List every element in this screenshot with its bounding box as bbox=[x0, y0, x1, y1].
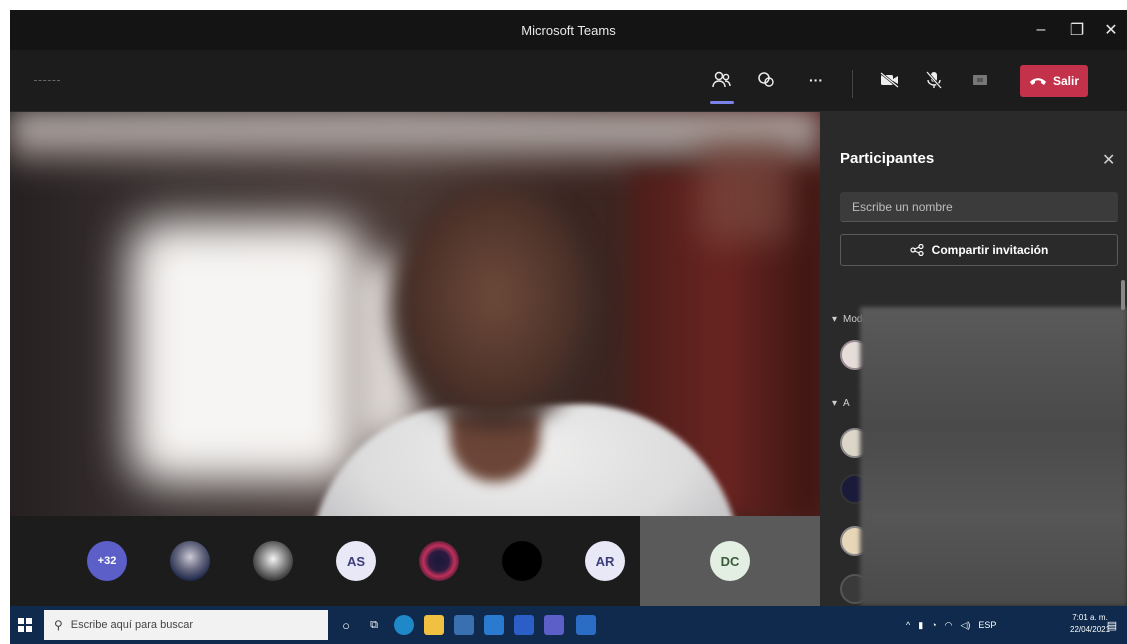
panel-title: Participantes bbox=[840, 150, 935, 167]
chat-button[interactable] bbox=[748, 62, 784, 98]
windows-taskbar: ⚲ Escribe aquí para buscar ○ ⧉ ^ ▮ ◔ ◠ ◁… bbox=[10, 606, 1127, 644]
window-title: Microsoft Teams bbox=[521, 22, 616, 38]
participant-avatar[interactable] bbox=[502, 541, 542, 581]
toolbar-divider bbox=[852, 70, 853, 98]
close-panel-button[interactable]: ✕ bbox=[1102, 150, 1115, 170]
leave-label: Salir bbox=[1052, 74, 1079, 88]
close-window-button[interactable]: ✕ bbox=[1093, 10, 1127, 50]
camera-toggle-button[interactable] bbox=[872, 62, 908, 98]
attendees-label: A bbox=[843, 398, 850, 409]
taskbar-search-input[interactable]: ⚲ Escribe aquí para buscar bbox=[44, 610, 328, 640]
share-icon bbox=[910, 244, 924, 256]
video-window-light bbox=[130, 222, 360, 482]
main-video bbox=[10, 112, 820, 516]
more-participants-badge[interactable]: +32 bbox=[87, 541, 127, 581]
wifi-icon[interactable]: ◠ bbox=[945, 620, 953, 631]
calendar-icon[interactable] bbox=[514, 615, 534, 635]
chat-icon bbox=[758, 72, 774, 87]
mic-toggle-button[interactable] bbox=[916, 62, 952, 98]
language-indicator[interactable]: ESP bbox=[978, 620, 996, 630]
more-options-button[interactable]: ··· bbox=[798, 62, 834, 98]
windows-logo-icon bbox=[18, 618, 32, 632]
search-icon: ⚲ bbox=[54, 618, 63, 632]
participants-panel: Participantes ✕ Escribe un nombre Compar… bbox=[820, 112, 1127, 606]
meeting-timer bbox=[34, 80, 60, 82]
network-icon[interactable]: ◔ bbox=[931, 620, 936, 630]
chevron-up-icon[interactable]: ^ bbox=[906, 620, 910, 630]
people-icon bbox=[712, 71, 731, 88]
video-lamp bbox=[700, 142, 790, 242]
share-invite-label: Compartir invitación bbox=[931, 243, 1049, 257]
microphone-icon[interactable]: ▮ bbox=[918, 620, 923, 631]
meeting-toolbar: ··· Salir bbox=[10, 50, 1127, 112]
share-invite-button[interactable]: Compartir invitación bbox=[840, 234, 1118, 266]
participant-avatar[interactable]: AS bbox=[336, 541, 376, 581]
hang-up-icon bbox=[1029, 78, 1046, 85]
start-button[interactable] bbox=[10, 606, 40, 644]
notifications-icon[interactable]: ▤ bbox=[1102, 615, 1122, 635]
participant-avatar[interactable] bbox=[419, 541, 459, 581]
participant-avatar[interactable]: AR bbox=[585, 541, 625, 581]
blurred-participant-list bbox=[860, 307, 1127, 606]
leave-button[interactable]: Salir bbox=[1020, 65, 1088, 97]
share-screen-icon bbox=[973, 75, 987, 85]
participant-avatar[interactable] bbox=[253, 541, 293, 581]
video-ceiling bbox=[10, 112, 820, 172]
attendees-section-header[interactable]: ▾ A bbox=[832, 398, 850, 409]
participant-video-tile[interactable]: DC bbox=[640, 516, 820, 606]
outlook-icon[interactable] bbox=[576, 615, 596, 635]
minimize-button[interactable]: – bbox=[1023, 10, 1059, 50]
participants-button[interactable] bbox=[702, 62, 742, 104]
edge-icon[interactable] bbox=[394, 615, 414, 635]
participant-tray: +32 AS AR DC bbox=[10, 516, 820, 606]
mail-icon[interactable] bbox=[484, 615, 504, 635]
share-screen-button[interactable] bbox=[962, 62, 998, 98]
system-tray: ^ ▮ ◔ ◠ ◁) ESP bbox=[906, 606, 996, 644]
teams-icon[interactable] bbox=[544, 615, 564, 635]
taskbar-search-placeholder: Escribe aquí para buscar bbox=[70, 619, 194, 631]
teams-window: Microsoft Teams – ❐ ✕ ··· Salir +32 AS A… bbox=[10, 10, 1127, 606]
camera-off-icon bbox=[880, 72, 899, 88]
participant-avatar[interactable] bbox=[170, 541, 210, 581]
cortana-icon[interactable]: ○ bbox=[336, 615, 356, 635]
maximize-button[interactable]: ❐ bbox=[1059, 10, 1095, 50]
chevron-down-icon: ▾ bbox=[832, 398, 838, 409]
title-bar: Microsoft Teams – ❐ ✕ bbox=[10, 10, 1127, 50]
blurred-face bbox=[390, 188, 600, 428]
store-icon[interactable] bbox=[454, 615, 474, 635]
volume-icon[interactable]: ◁) bbox=[960, 620, 970, 631]
panel-scrollbar[interactable] bbox=[1121, 280, 1125, 310]
mic-off-icon bbox=[926, 71, 942, 89]
task-view-icon[interactable]: ⧉ bbox=[364, 615, 384, 635]
file-explorer-icon[interactable] bbox=[424, 615, 444, 635]
chevron-down-icon: ▾ bbox=[832, 314, 838, 325]
participant-avatar: DC bbox=[710, 541, 750, 581]
participant-search-input[interactable]: Escribe un nombre bbox=[840, 192, 1118, 222]
